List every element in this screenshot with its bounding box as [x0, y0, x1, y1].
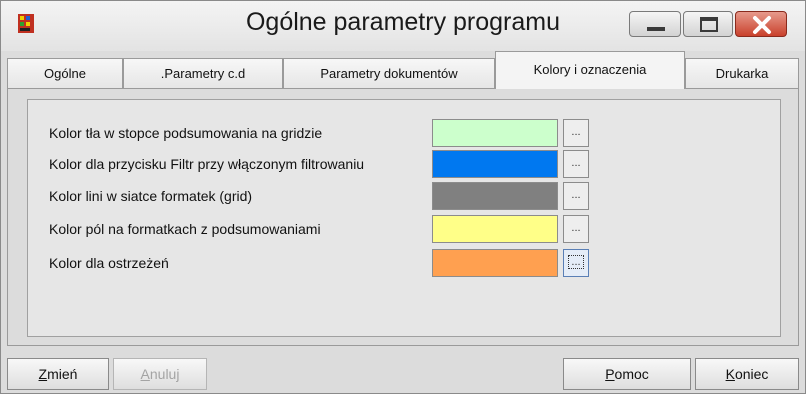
color-swatch-grid-lines[interactable] — [432, 182, 558, 210]
tab-drukarka[interactable]: Drukarka — [685, 58, 799, 88]
close-icon — [753, 16, 771, 34]
pick-color-button[interactable]: ... — [563, 119, 589, 147]
pick-color-label: ... — [568, 255, 584, 269]
pick-color-label: ... — [571, 222, 581, 234]
color-label-grid-footer: Kolor tła w stopce podsumowania na gridz… — [49, 125, 323, 141]
color-swatch-filter-button[interactable] — [432, 150, 558, 178]
title-bar: Ogólne parametry programu — [1, 1, 805, 51]
pick-color-button[interactable]: ... — [563, 182, 589, 210]
color-label-warnings: Kolor dla ostrzeżeń — [49, 255, 169, 271]
color-swatch-grid-footer[interactable] — [432, 119, 558, 147]
tab-ogolne[interactable]: Ogólne — [7, 58, 123, 88]
tab-parametry-dokumentow[interactable]: Parametry dokumentów — [283, 58, 495, 88]
color-label-summary-fields: Kolor pól na formatkach z podsumowaniami — [49, 221, 321, 237]
color-label-filter-button: Kolor dla przycisku Filtr przy włączonym… — [49, 156, 365, 172]
pick-color-button[interactable]: ... — [563, 249, 589, 277]
anuluj-button[interactable]: Anuluj — [113, 358, 207, 390]
tab-parametry-cd[interactable]: .Parametry c.d — [123, 58, 283, 88]
tab-kolory-i-oznaczenia[interactable]: Kolory i oznaczenia — [495, 51, 685, 89]
color-swatch-warnings[interactable] — [432, 249, 558, 277]
pick-color-label: ... — [571, 189, 581, 201]
maximize-icon — [700, 17, 718, 32]
pomoc-button[interactable]: Pomoc — [563, 358, 691, 390]
zmien-button[interactable]: Zmień — [7, 358, 109, 390]
pick-color-label: ... — [571, 126, 581, 138]
minimize-icon — [647, 27, 665, 31]
koniec-button[interactable]: Koniec — [695, 358, 799, 390]
dialog-window: Ogólne parametry programu Ogólne .Parame… — [0, 0, 806, 394]
color-label-grid-lines: Kolor lini w siatce formatek (grid) — [49, 188, 253, 204]
pick-color-button[interactable]: ... — [563, 150, 589, 178]
close-button[interactable] — [735, 11, 787, 37]
pick-color-button[interactable]: ... — [563, 215, 589, 243]
pick-color-label: ... — [571, 157, 581, 169]
minimize-button[interactable] — [629, 11, 681, 37]
color-swatch-summary-fields[interactable] — [432, 215, 558, 243]
maximize-button[interactable] — [683, 11, 733, 37]
